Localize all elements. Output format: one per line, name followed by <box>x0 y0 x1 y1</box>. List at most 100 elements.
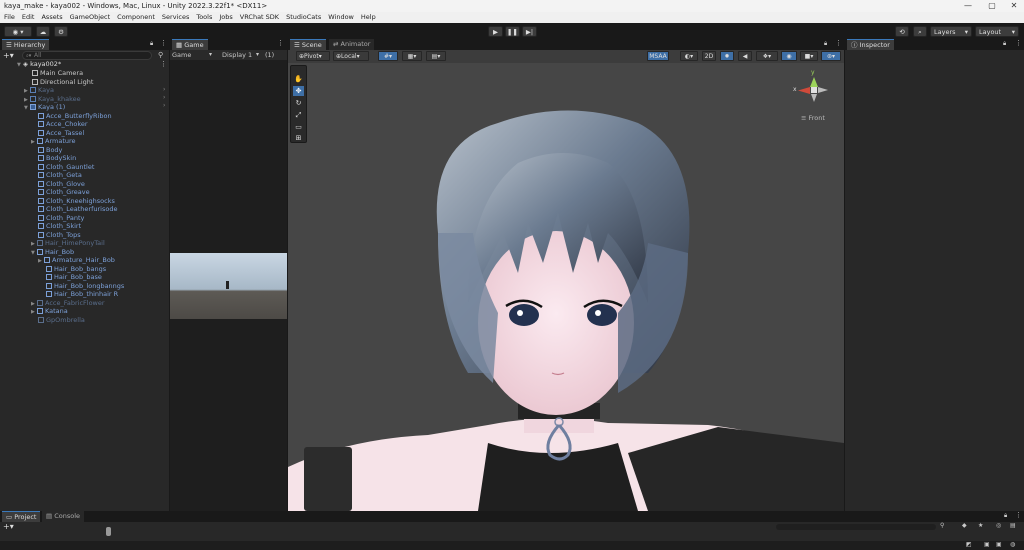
effects-dropdown[interactable]: ❖▾ <box>756 51 778 61</box>
list-item[interactable]: Cloth_Leatherfurisode <box>38 205 117 214</box>
tab-animator[interactable]: ⇄ Animator <box>329 39 375 50</box>
list-item[interactable]: Cloth_Panty <box>38 214 84 223</box>
list-item[interactable]: ▶ Kaya <box>24 86 54 95</box>
menu-file[interactable]: File <box>4 12 15 23</box>
msaa-button[interactable]: MSAA <box>647 51 669 61</box>
rect-tool-button[interactable]: ▭ <box>293 122 304 132</box>
hidden-packages-icon[interactable]: ◎ <box>996 522 1001 529</box>
lock-icon[interactable]: 🔒︎ <box>1003 40 1006 48</box>
star-icon[interactable]: ★ <box>978 522 983 529</box>
snap-increment-button[interactable]: ▦▾ <box>402 51 422 61</box>
scene-more-icon[interactable]: ⋮ <box>160 60 167 68</box>
tab-project[interactable]: ▭ Project <box>2 511 41 522</box>
list-item[interactable]: Acce_ButterflyRibon <box>38 112 112 121</box>
tab-scene[interactable]: ☰ Scene <box>290 39 326 50</box>
maximize-button[interactable]: ▢ <box>982 0 1002 12</box>
list-item[interactable]: Acce_Choker <box>38 120 88 129</box>
resolution-dropdown[interactable]: (1) <box>265 51 274 59</box>
menu-services[interactable]: Services <box>162 12 189 23</box>
list-item[interactable]: ▼ Hair_Bob <box>31 248 74 257</box>
list-item[interactable]: Cloth_Skirt <box>38 222 81 231</box>
menu-help[interactable]: Help <box>361 12 376 23</box>
menu-tools[interactable]: Tools <box>196 12 212 23</box>
mode-2d-button[interactable]: 2D <box>702 51 716 61</box>
menu-jobs[interactable]: Jobs <box>219 12 232 23</box>
more-icon[interactable]: ⋮ <box>835 39 842 47</box>
grid-visibility-button[interactable]: ▤▾ <box>426 51 446 61</box>
panel-splitter-handle[interactable] <box>106 527 111 536</box>
history-button[interactable]: ⟲ <box>895 26 909 37</box>
layers-dropdown[interactable]: Layers ▾ <box>930 26 972 37</box>
list-item[interactable]: Cloth_Greave <box>38 188 90 197</box>
transform-tool-button[interactable]: ⊞ <box>293 133 304 143</box>
add-button[interactable]: +▾ <box>3 51 14 60</box>
tab-console[interactable]: ▤ Console <box>42 511 85 522</box>
list-item[interactable]: Cloth_Gauntlet <box>38 163 94 172</box>
tab-game[interactable]: ▦ Game <box>172 39 208 50</box>
menu-vrchat-sdk[interactable]: VRChat SDK <box>240 12 279 23</box>
more-icon[interactable]: ⋮ <box>160 39 167 47</box>
list-item[interactable]: Cloth_Glove <box>38 180 85 189</box>
menu-component[interactable]: Component <box>117 12 155 23</box>
project-add-button[interactable]: +▾ <box>3 522 14 531</box>
list-item[interactable]: Hair_Bob_longbanngs <box>46 282 124 291</box>
hierarchy-search-input[interactable]: ⌕▾ All <box>22 51 152 60</box>
list-item[interactable]: ▼ Kaya (1) <box>24 103 65 112</box>
layout-dropdown[interactable]: Layout ▾ <box>975 26 1019 37</box>
move-tool-button[interactable]: ✥ <box>293 86 304 96</box>
filter-icon[interactable]: ⚲ <box>940 522 944 529</box>
lock-icon[interactable]: 🔒︎ <box>1004 512 1007 520</box>
list-item[interactable]: Cloth_Tops <box>38 231 81 240</box>
rotate-tool-button[interactable]: ↻ <box>293 98 304 108</box>
more-icon[interactable]: ⋮ <box>1015 39 1022 47</box>
filter-icon[interactable]: ⚲ <box>158 51 163 60</box>
gizmo-x-cone[interactable] <box>798 87 810 94</box>
pause-button[interactable]: ❚❚ <box>505 26 520 37</box>
grid-snap-button[interactable]: #▾ <box>378 51 398 61</box>
list-item[interactable]: Hair_Bob_bangs <box>46 265 106 274</box>
list-item[interactable]: ▶ Katana <box>31 307 68 316</box>
more-icon[interactable]: ⋮ <box>277 39 284 47</box>
hand-tool-button[interactable]: ✋ <box>293 74 304 84</box>
list-item[interactable]: Hair_Bob_base <box>46 273 102 282</box>
collab-button[interactable]: ⚙ <box>54 26 68 37</box>
label-icon[interactable]: ◆ <box>962 522 967 529</box>
display-dropdown[interactable]: Display 1 <box>222 51 252 59</box>
gizmo-neg-x-cone[interactable] <box>818 87 828 93</box>
gizmo-center[interactable] <box>811 87 817 93</box>
list-item[interactable]: Cloth_Geta <box>38 171 82 180</box>
list-item[interactable]: Main Camera <box>32 69 83 78</box>
account-button[interactable]: ◉ ▾ <box>4 26 32 37</box>
more-icon[interactable]: ⋮ <box>1015 511 1022 519</box>
pivot-dropdown[interactable]: ⊕Pivot▾ <box>296 51 330 61</box>
project-search-input[interactable] <box>776 524 936 530</box>
list-item[interactable]: Directional Light <box>32 78 93 87</box>
list-item[interactable]: Acce_Tassel <box>38 129 84 138</box>
list-item[interactable]: ▶ Armature <box>31 137 76 146</box>
list-item[interactable]: ▶ Kaya_khakee <box>24 95 81 104</box>
list-item[interactable]: Hair_Bob_thinhair R <box>46 290 118 299</box>
lighting-toggle[interactable]: ✹ <box>720 51 734 61</box>
scene-visibility-toggle[interactable]: ◉ <box>781 51 797 61</box>
list-item[interactable]: Cloth_Kneehighsocks <box>38 197 115 206</box>
list-item[interactable]: ▶ Acce_FabricFlower <box>31 299 105 308</box>
shading-mode-button[interactable]: ◐▾ <box>680 51 698 61</box>
tab-inspector[interactable]: ⓘ Inspector <box>847 39 894 50</box>
local-dropdown[interactable]: ⊕Local▾ <box>333 51 369 61</box>
list-item[interactable]: ▶ Armature_Hair_Bob <box>38 256 115 265</box>
menu-studiocats[interactable]: StudioCats <box>286 12 321 23</box>
scale-tool-button[interactable]: ⤢ <box>293 110 304 120</box>
gizmo-neg-y-cone[interactable] <box>811 94 817 102</box>
gizmo-y-cone[interactable] <box>810 77 818 87</box>
scene-viewport[interactable] <box>288 63 844 511</box>
audio-toggle[interactable]: ◀ <box>738 51 752 61</box>
gizmos-dropdown[interactable]: ⊛▾ <box>821 51 841 61</box>
status-icon[interactable]: ▣ <box>984 541 990 548</box>
chevron-right-icon[interactable]: › <box>163 86 165 93</box>
menu-window[interactable]: Window <box>328 12 354 23</box>
list-item[interactable]: GpOmbrella <box>38 316 85 325</box>
minimize-button[interactable]: — <box>958 0 978 12</box>
game-viewport[interactable] <box>170 253 287 319</box>
chevron-right-icon[interactable]: › <box>163 94 165 101</box>
zoom-icon[interactable]: ▤ <box>1010 522 1016 529</box>
